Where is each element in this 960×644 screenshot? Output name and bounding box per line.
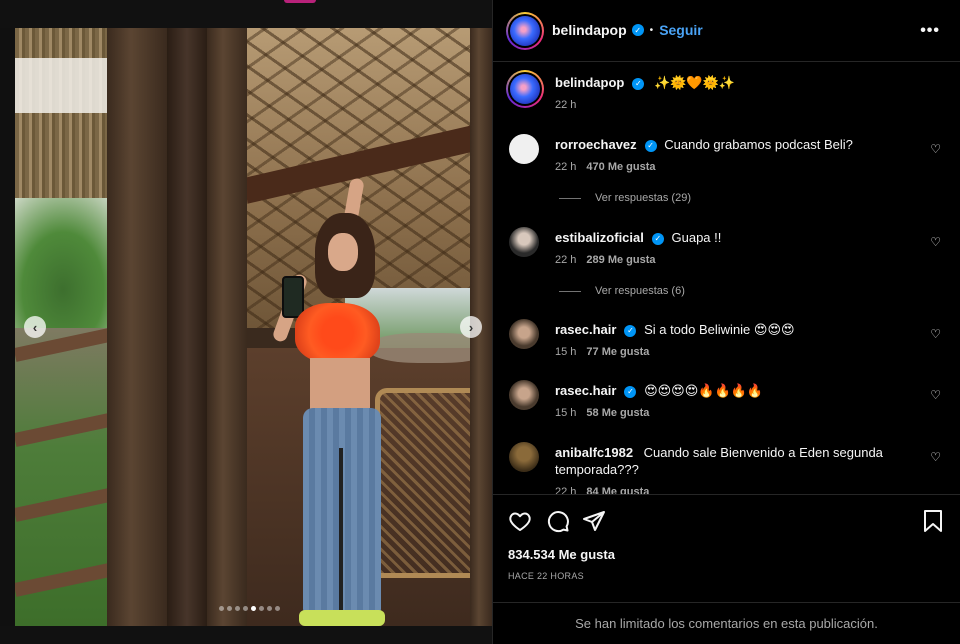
- comment-text: Cuando grabamos podcast Beli?: [664, 137, 853, 152]
- follow-button[interactable]: Seguir: [659, 22, 703, 38]
- comment-likes[interactable]: 77 Me gusta: [586, 346, 649, 358]
- comment-username[interactable]: rasec.hair: [555, 383, 616, 398]
- carousel-dot: [235, 606, 240, 611]
- verified-badge-icon: ✓: [644, 139, 657, 152]
- like-comment-heart-icon[interactable]: ♡: [930, 327, 941, 341]
- comment-avatar[interactable]: [509, 319, 539, 349]
- previous-image-button[interactable]: ‹: [24, 316, 46, 338]
- comment-avatar[interactable]: [509, 134, 539, 164]
- like-comment-heart-icon[interactable]: ♡: [930, 142, 941, 156]
- caption-username[interactable]: belindapop: [555, 75, 624, 90]
- comments-list[interactable]: belindapop ✓ ✨🌞🧡🌞✨ 22 h rorroechavez ✓ Cua…: [493, 62, 960, 494]
- verified-badge-icon: ✓: [651, 232, 664, 245]
- wooden-post: [167, 28, 207, 626]
- comment-time[interactable]: 22 h: [555, 254, 576, 266]
- carousel-dot: [251, 606, 256, 611]
- author-avatar[interactable]: [506, 12, 544, 50]
- comment-bubble-icon[interactable]: [546, 509, 570, 533]
- post-image[interactable]: [15, 28, 492, 626]
- torso: [310, 358, 370, 413]
- next-image-button[interactable]: ›: [460, 316, 482, 338]
- view-replies-label: Ver respuestas (29): [595, 192, 691, 204]
- view-replies-button[interactable]: Ver respuestas (6): [559, 285, 685, 297]
- carousel-dot: [243, 606, 248, 611]
- left-strip: [0, 28, 15, 628]
- bottom-strip: [0, 626, 492, 644]
- shoes: [299, 610, 385, 626]
- comment-text: Si a todo Beliwinie 😍😍😍: [644, 322, 795, 337]
- comment-avatar[interactable]: [509, 442, 539, 472]
- comment-username[interactable]: anibalfc1982: [555, 445, 633, 460]
- like-comment-heart-icon[interactable]: ♡: [930, 235, 941, 249]
- save-bookmark-icon[interactable]: [922, 509, 944, 533]
- view-replies-button[interactable]: Ver respuestas (29): [559, 192, 691, 204]
- comment-text: 😍😍😍😍🔥🔥🔥🔥: [644, 383, 764, 398]
- comment-time[interactable]: 22 h: [555, 161, 576, 173]
- carousel-dot: [267, 606, 272, 611]
- post-side-panel: belindapop ✓ • Seguir ••• belindapop ✓ ✨🌞…: [492, 0, 960, 644]
- wooden-post: [207, 28, 247, 626]
- phone: [282, 276, 304, 318]
- carousel-dots: [219, 606, 280, 611]
- comment-avatar[interactable]: [509, 227, 539, 257]
- carousel-dot: [219, 606, 224, 611]
- comment-time[interactable]: 15 h: [555, 346, 576, 358]
- verified-badge-icon: ✓: [631, 24, 644, 36]
- verified-badge-icon: ✓: [624, 324, 637, 337]
- chevron-left-icon: ‹: [32, 319, 38, 335]
- author-avatar[interactable]: [506, 70, 544, 108]
- carousel-dot: [259, 606, 264, 611]
- comment-text: Guapa !!: [671, 230, 722, 245]
- post-header: belindapop ✓ • Seguir •••: [493, 0, 960, 62]
- caption-time[interactable]: 22 h: [555, 99, 576, 111]
- comment-username[interactable]: rasec.hair: [555, 322, 616, 337]
- comment-likes[interactable]: 84 Me gusta: [586, 486, 649, 494]
- comment-likes[interactable]: 470 Me gusta: [586, 161, 655, 173]
- separator-dot: •: [649, 24, 654, 36]
- comment-likes[interactable]: 289 Me gusta: [586, 254, 655, 266]
- view-replies-label: Ver respuestas (6): [595, 285, 685, 297]
- verified-badge-icon: ✓: [632, 77, 645, 90]
- chevron-right-icon: ›: [468, 319, 474, 335]
- like-comment-heart-icon[interactable]: ♡: [930, 450, 941, 464]
- comment-avatar[interactable]: [509, 380, 539, 410]
- post-timestamp[interactable]: HACE 22 HORAS: [508, 571, 584, 581]
- wooden-post: [107, 28, 167, 626]
- like-heart-icon[interactable]: [508, 509, 532, 533]
- like-comment-heart-icon[interactable]: ♡: [930, 388, 941, 402]
- comment-time[interactable]: 15 h: [555, 407, 576, 419]
- story-accent: [284, 0, 316, 3]
- caption-text: ✨🌞🧡🌞✨: [653, 75, 735, 90]
- verified-badge-icon: ✓: [624, 385, 637, 398]
- comment-username[interactable]: rorroechavez: [555, 137, 637, 152]
- comment-username[interactable]: estibalizoficial: [555, 230, 644, 245]
- jeans: [303, 408, 381, 613]
- post-likes-count[interactable]: 834.534 Me gusta: [508, 547, 615, 562]
- person: [265, 177, 405, 626]
- face: [328, 233, 358, 271]
- feather-top: [295, 303, 380, 363]
- carousel-dot: [227, 606, 232, 611]
- author-username[interactable]: belindapop: [552, 22, 627, 38]
- comment-likes[interactable]: 58 Me gusta: [586, 407, 649, 419]
- comment-time[interactable]: 22 h: [555, 486, 576, 494]
- more-options-icon[interactable]: •••: [920, 22, 940, 40]
- comments-limited-notice: Se han limitado los comentarios en esta …: [493, 602, 960, 644]
- post-actions: 834.534 Me gusta HACE 22 HORAS: [493, 494, 960, 602]
- share-send-icon[interactable]: [582, 509, 606, 533]
- carousel-dot: [275, 606, 280, 611]
